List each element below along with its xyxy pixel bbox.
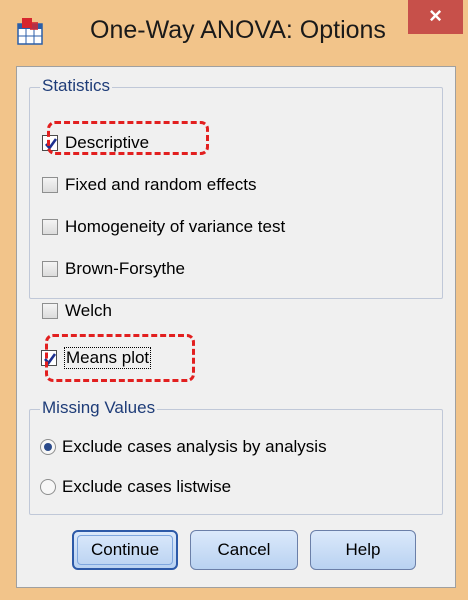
fixed-random-effects-checkbox[interactable] bbox=[42, 177, 58, 193]
help-button[interactable]: Help bbox=[310, 530, 416, 570]
welch-option[interactable]: Welch bbox=[42, 298, 112, 324]
missing-values-group: Missing Values Exclude cases analysis by… bbox=[29, 398, 443, 515]
dialog-window: One-Way ANOVA: Options × Statistics Desc… bbox=[0, 0, 468, 600]
welch-checkbox[interactable] bbox=[42, 303, 58, 319]
missing-values-legend: Missing Values bbox=[40, 398, 158, 418]
continue-button[interactable]: Continue bbox=[72, 530, 178, 570]
statistics-group: Statistics Descriptive Fixed and random … bbox=[29, 76, 443, 320]
spss-app-icon bbox=[16, 16, 50, 46]
means-plot-highlight bbox=[45, 334, 195, 382]
close-button[interactable]: × bbox=[408, 0, 463, 34]
brown-forsythe-label: Brown-Forsythe bbox=[65, 259, 185, 278]
welch-label: Welch bbox=[65, 301, 112, 320]
fixed-random-effects-label: Fixed and random effects bbox=[65, 175, 257, 194]
homogeneity-label: Homogeneity of variance test bbox=[65, 217, 286, 236]
exclude-listwise-option[interactable]: Exclude cases listwise bbox=[40, 474, 231, 500]
fixed-random-effects-option[interactable]: Fixed and random effects bbox=[42, 172, 257, 198]
exclude-listwise-label: Exclude cases listwise bbox=[62, 477, 232, 496]
title-bar[interactable]: One-Way ANOVA: Options × bbox=[0, 0, 468, 62]
brown-forsythe-option[interactable]: Brown-Forsythe bbox=[42, 256, 185, 282]
exclude-analysis-by-analysis-option[interactable]: Exclude cases analysis by analysis bbox=[40, 434, 327, 460]
cancel-button[interactable]: Cancel bbox=[190, 530, 298, 570]
exclude-analysis-by-analysis-label: Exclude cases analysis by analysis bbox=[62, 437, 327, 456]
exclude-analysis-by-analysis-radio[interactable] bbox=[40, 439, 56, 455]
close-icon: × bbox=[429, 3, 442, 28]
exclude-listwise-radio[interactable] bbox=[40, 479, 56, 495]
homogeneity-option[interactable]: Homogeneity of variance test bbox=[42, 214, 285, 240]
dialog-body: Statistics Descriptive Fixed and random … bbox=[16, 66, 456, 588]
window-title: One-Way ANOVA: Options bbox=[90, 16, 386, 44]
descriptive-highlight bbox=[47, 121, 209, 155]
brown-forsythe-checkbox[interactable] bbox=[42, 261, 58, 277]
statistics-legend: Statistics bbox=[40, 76, 113, 96]
homogeneity-checkbox[interactable] bbox=[42, 219, 58, 235]
